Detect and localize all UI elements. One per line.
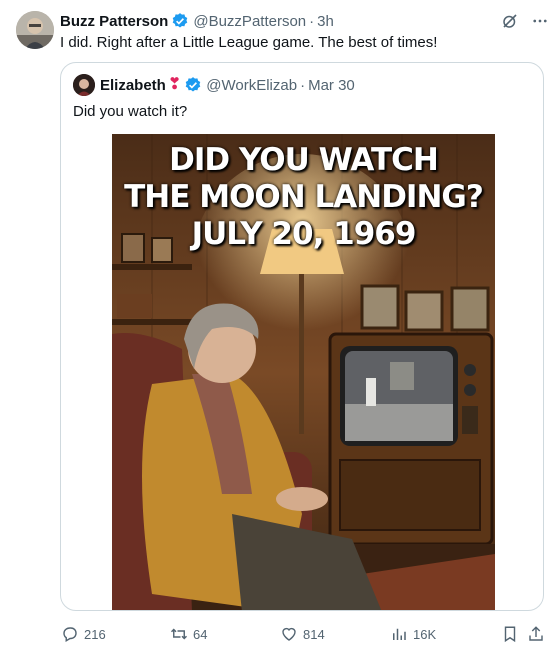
views-count: 16K [413, 626, 437, 642]
separator-dot: · [309, 12, 315, 30]
views-icon [389, 624, 409, 644]
more-icon[interactable] [529, 10, 551, 32]
separator-dot: · [300, 76, 306, 94]
verified-badge-icon [171, 12, 189, 30]
reply-count: 216 [84, 626, 106, 642]
like-icon [279, 624, 299, 644]
quoted-date[interactable]: Mar 30 [308, 77, 355, 94]
quoted-tweet[interactable]: Elizabeth ❣ @WorkElizab · Mar 30 Did you… [60, 62, 544, 611]
like-button[interactable]: 814 [279, 620, 325, 648]
grok-icon[interactable] [499, 10, 521, 32]
author-handle[interactable]: @BuzzPatterson [193, 13, 306, 30]
reply-icon [60, 624, 80, 644]
tweet-text: I did. Right after a Little League game.… [60, 34, 438, 51]
verified-badge-icon [184, 76, 202, 94]
views-button[interactable]: 16K [389, 620, 436, 648]
quoted-header: Elizabeth ❣ @WorkElizab · Mar 30 [73, 74, 355, 96]
like-count: 814 [303, 626, 325, 642]
image-caption: DID YOU WATCH THE MOON LANDING? JULY 20,… [112, 142, 495, 253]
image-caption-line: DID YOU WATCH [169, 142, 439, 178]
author-name[interactable]: Buzz Patterson [60, 13, 168, 30]
quoted-image[interactable]: DID YOU WATCH THE MOON LANDING? JULY 20,… [112, 134, 495, 610]
tweet-time[interactable]: 3h [317, 13, 334, 30]
reply-button[interactable]: 216 [60, 620, 106, 648]
image-caption-line: JULY 20, 1969 [191, 216, 417, 252]
repost-button[interactable]: 64 [169, 620, 207, 648]
quoted-text: Did you watch it? [73, 103, 188, 120]
quoted-author-handle[interactable]: @WorkElizab [206, 77, 297, 94]
heart-emoji: ❣ [167, 76, 182, 93]
repost-icon [169, 624, 189, 644]
tweet-header: Buzz Patterson @BuzzPatterson · 3h [60, 11, 543, 31]
action-bar: 216 64 814 16K [60, 620, 546, 648]
quoted-avatar[interactable] [73, 74, 95, 96]
share-icon [526, 624, 546, 644]
repost-count: 64 [193, 626, 208, 642]
author-avatar[interactable] [16, 11, 54, 49]
quoted-author-name[interactable]: Elizabeth [100, 77, 166, 94]
bookmark-button[interactable] [500, 620, 524, 648]
share-button[interactable] [526, 620, 550, 648]
image-caption-line: THE MOON LANDING? [124, 179, 484, 215]
bookmark-icon [500, 624, 520, 644]
